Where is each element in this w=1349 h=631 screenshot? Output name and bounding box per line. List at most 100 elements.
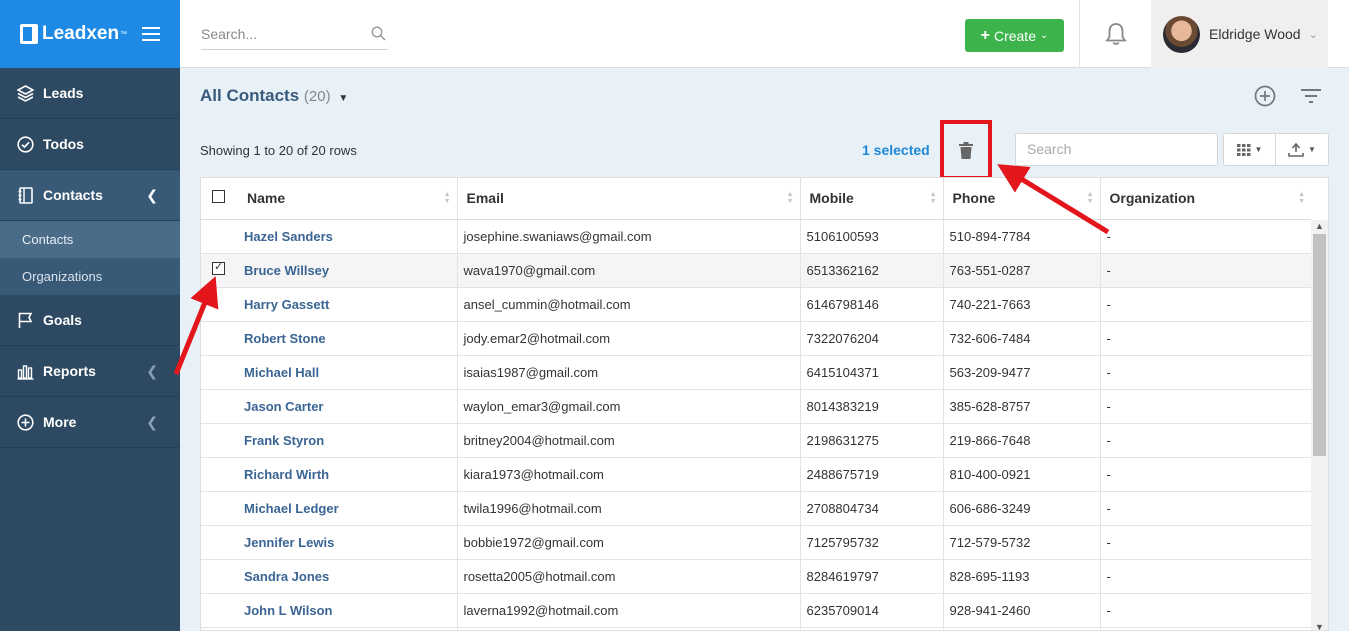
cell-name[interactable]: Michael Ledger xyxy=(238,491,458,526)
cell-organization: - xyxy=(1100,525,1311,560)
cell-mobile: 6146798146 xyxy=(800,287,944,322)
cell-organization: - xyxy=(1100,321,1311,356)
filter-icon[interactable] xyxy=(1299,84,1323,108)
chevron-left-icon: ❮ xyxy=(146,186,158,203)
table-row[interactable]: Michael Ledger twila1996@hotmail.com 27088… xyxy=(201,491,1311,526)
cell-email: bobbie1972@gmail.com xyxy=(457,525,801,560)
grid-icon xyxy=(1236,143,1251,156)
sort-icon: ▲ ▼ xyxy=(1298,191,1305,205)
cell-name[interactable]: Frank Styron xyxy=(238,423,458,458)
cell-phone: 828-695-1193 xyxy=(943,559,1101,594)
column-header-organization[interactable]: Organization ▲ ▼ xyxy=(1100,178,1311,220)
sidebar-item-reports[interactable]: Reports ❮ xyxy=(0,346,180,397)
table-row[interactable]: Michael Hall isaias1987@gmail.com 64151043… xyxy=(201,355,1311,390)
cell-phone: 740-221-7663 xyxy=(943,287,1101,322)
sidebar-item-label: Goals xyxy=(43,312,82,328)
column-label: Name xyxy=(247,190,286,207)
column-header-name[interactable]: Name ▲ ▼ xyxy=(238,178,458,220)
hamburger-menu-icon[interactable] xyxy=(142,27,160,41)
table-row[interactable]: Frank Styron britney2004@hotmail.com 21986… xyxy=(201,423,1311,458)
table-row[interactable]: Harry Gassett ansel_cummin@hotmail.com 614… xyxy=(201,287,1311,322)
sidebar: Leadxen ™ Leads Todos Contacts ❮ Contacts… xyxy=(0,0,180,631)
scroll-up-icon[interactable]: ▲ xyxy=(1315,221,1324,231)
table-row[interactable]: Richard Wirth kiara1973@hotmail.com 248867… xyxy=(201,457,1311,492)
cell-name[interactable]: Jason Carter xyxy=(238,389,458,424)
create-button[interactable]: + Create ⌄ xyxy=(965,19,1064,52)
delete-button[interactable] xyxy=(940,120,992,180)
cell-name[interactable]: Robert Stone xyxy=(238,321,458,356)
list-title[interactable]: All Contacts (20) ▼ xyxy=(200,86,348,106)
logo-bar: Leadxen ™ xyxy=(0,0,180,68)
sort-icon: ▲ ▼ xyxy=(929,191,937,205)
sidebar-item-label: Reports xyxy=(43,363,96,379)
table-scrollbar[interactable]: ▲ ▼ xyxy=(1311,220,1328,630)
select-all-checkbox[interactable] xyxy=(212,190,225,204)
cell-email: wava1970@gmail.com xyxy=(457,253,801,288)
export-button[interactable]: ▼ xyxy=(1275,133,1329,166)
cell-name[interactable]: Michael Hall xyxy=(238,355,458,390)
sidebar-item-goals[interactable]: Goals xyxy=(0,295,180,346)
scroll-down-icon[interactable]: ▼ xyxy=(1315,622,1324,630)
cell-mobile: 8284619797 xyxy=(800,559,944,594)
cell-name[interactable]: Jennifer Lewis xyxy=(238,525,458,560)
column-header-phone[interactable]: Phone ▲ ▼ xyxy=(943,178,1101,220)
contacts-count: (20) xyxy=(303,88,331,105)
cell-name[interactable] xyxy=(238,627,458,630)
create-label: Create xyxy=(993,27,1036,44)
cell-email: josephine.swaniaws@gmail.com xyxy=(457,219,801,254)
cell-organization: - xyxy=(1100,491,1311,526)
logo[interactable]: Leadxen ™ xyxy=(20,23,127,45)
scrollbar-thumb[interactable] xyxy=(1313,234,1326,456)
table-row[interactable]: Bruce Willseywava1970@gmail.com651336216… xyxy=(201,253,1311,288)
sidebar-item-label: Todos xyxy=(43,136,84,152)
select-all-cell xyxy=(201,178,238,220)
table-row[interactable]: Hazel Sanders josephine.swaniaws@gmail.co… xyxy=(201,219,1311,254)
column-header-mobile[interactable]: Mobile ▲ ▼ xyxy=(800,178,944,220)
cell-name[interactable]: John L Wilson xyxy=(238,593,458,628)
row-select-cell xyxy=(201,457,238,492)
row-select-cell xyxy=(201,491,238,526)
cell-email: isaias1987@gmail.com xyxy=(457,355,801,390)
column-header-email[interactable]: Email ▲ ▼ xyxy=(457,178,801,220)
table-row[interactable]: Jason Carter waylon_emar3@gmail.com 801438… xyxy=(201,389,1311,424)
sidebar-item-todos[interactable]: Todos xyxy=(0,119,180,170)
bell-icon xyxy=(1104,23,1127,45)
logo-tm: ™ xyxy=(120,30,128,38)
cell-organization: - xyxy=(1100,355,1311,390)
cell-name[interactable]: Richard Wirth xyxy=(238,457,458,492)
columns-button[interactable]: ▼ xyxy=(1223,133,1276,166)
cell-name[interactable]: Sandra Jones xyxy=(238,559,458,594)
cell-phone: 712-579-5732 xyxy=(943,525,1101,560)
cell-name[interactable]: Harry Gassett xyxy=(238,287,458,322)
notifications-button[interactable] xyxy=(1079,0,1151,68)
sidebar-item-leads[interactable]: Leads xyxy=(0,68,180,119)
cell-phone: 385-628-8757 xyxy=(943,389,1101,424)
logo-icon xyxy=(20,24,38,44)
search-icon[interactable] xyxy=(371,26,386,44)
table-row[interactable]: John L Wilson laverna1992@hotmail.com 6235… xyxy=(201,593,1311,628)
subnav-item-organizations[interactable]: Organizations xyxy=(0,258,180,295)
sort-icon: ▲ ▼ xyxy=(1086,191,1094,205)
cell-email: twila1996@hotmail.com xyxy=(457,491,801,526)
sidebar-item-contacts[interactable]: Contacts ❮ xyxy=(0,170,180,221)
table-row[interactable]: Robert Stone jody.emar2@hotmail.com 732207… xyxy=(201,321,1311,356)
cell-name[interactable]: Bruce Willsey xyxy=(238,253,458,288)
table-row[interactable]: Sandra Jones rosetta2005@hotmail.com 82846… xyxy=(201,559,1311,594)
cell-mobile: 7125795732 xyxy=(800,525,944,560)
chevron-down-icon: ⌄ xyxy=(1308,28,1318,41)
cell-phone: 606-686-3249 xyxy=(943,491,1101,526)
column-label: Mobile xyxy=(809,190,854,207)
table-row[interactable] xyxy=(201,627,1311,630)
sidebar-item-more[interactable]: More ❮ xyxy=(0,397,180,448)
cell-email: kiara1973@hotmail.com xyxy=(457,457,801,492)
row-checkbox[interactable] xyxy=(212,260,225,275)
table-search-input[interactable] xyxy=(1027,134,1207,164)
cell-name[interactable]: Hazel Sanders xyxy=(238,219,458,254)
global-search-input[interactable] xyxy=(201,20,361,48)
subnav-item-contacts[interactable]: Contacts xyxy=(0,221,180,258)
table-row[interactable]: Jennifer Lewis bobbie1972@gmail.com 712579… xyxy=(201,525,1311,560)
user-menu[interactable]: Eldridge Wood ⌄ xyxy=(1151,0,1328,68)
row-select-cell xyxy=(201,593,238,628)
add-circle-icon[interactable] xyxy=(1253,84,1277,108)
chevron-left-icon: ❮ xyxy=(146,362,158,379)
